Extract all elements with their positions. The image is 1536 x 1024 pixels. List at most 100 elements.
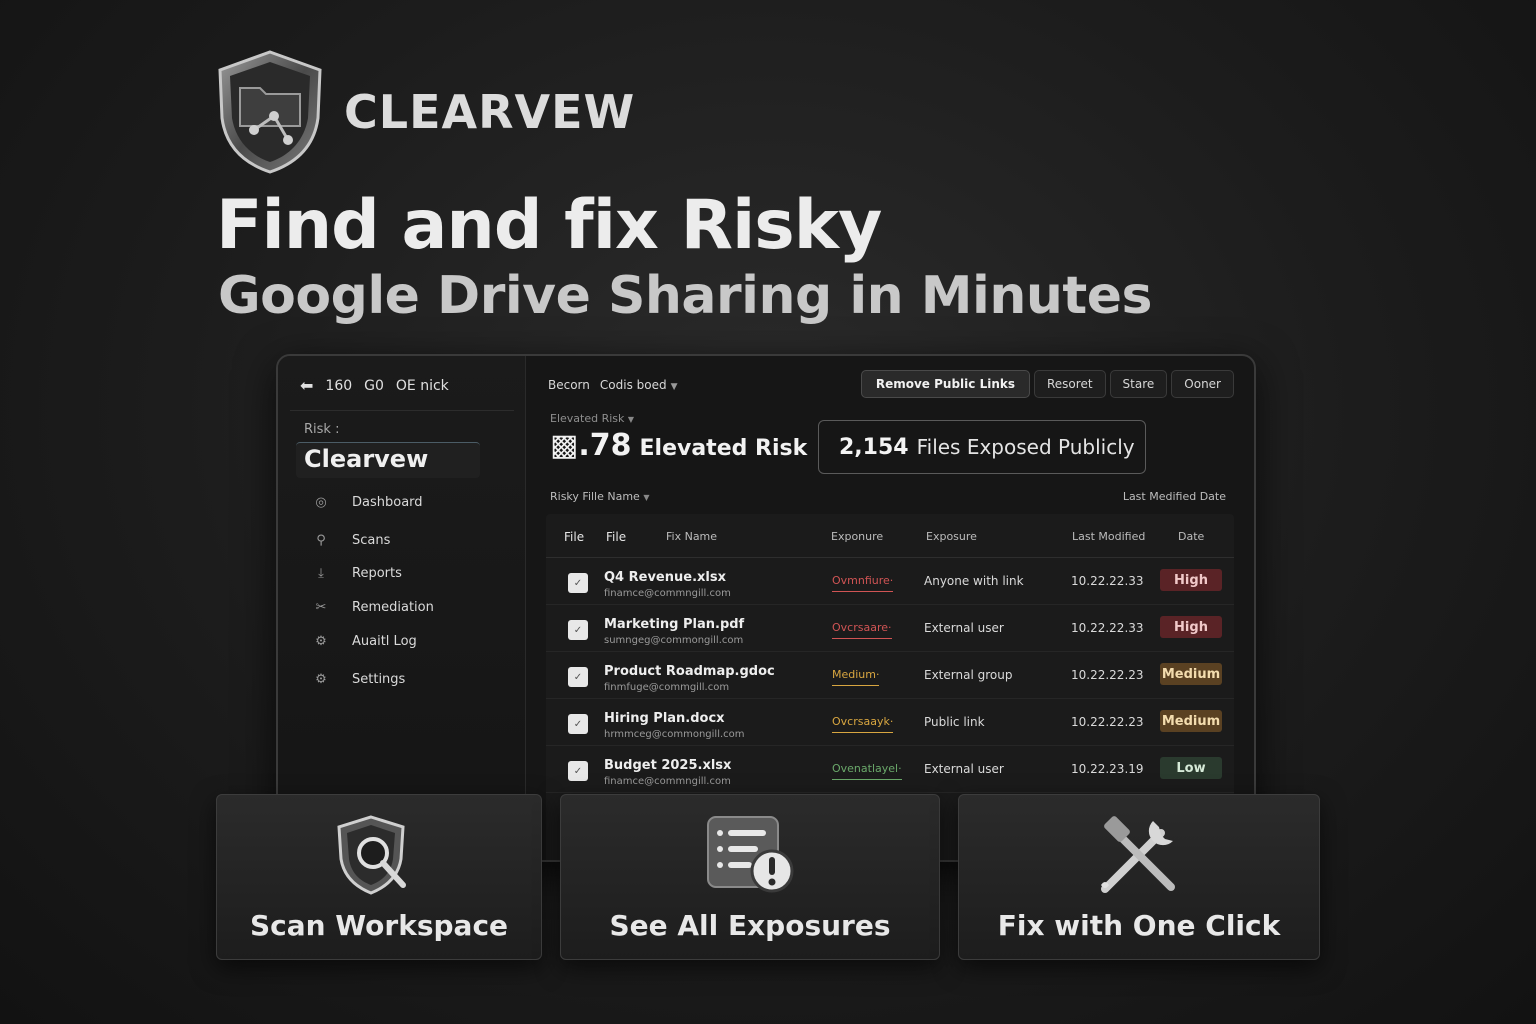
file-owner: hrmmceg@commongill.com [604,729,745,740]
files-exposed-text: Files Exposed Publicly [916,435,1135,459]
table-row[interactable]: ✓ Budget 2025.xlsx finamce@commngill.com… [546,746,1234,793]
brand-name: CLEARVEW [344,85,636,139]
feature-card-fix[interactable]: Fix with One Click [958,794,1320,960]
app-window: ⬅ 160 G0 OE nick Risk : Clearvew ◎ Dashb… [276,354,1256,862]
elevated-risk-dropdown[interactable]: Elevated Risk ▼ [550,412,634,425]
sidebar-item-dashboard[interactable]: ◎ Dashboard [302,486,434,518]
sidebar: ⬅ 160 G0 OE nick Risk : Clearvew ◎ Dashb… [278,356,526,860]
main-panel: Becorn Codis boed ▼ Remove Public Links R… [526,356,1254,860]
column-header[interactable]: File [606,530,626,544]
risk-badge: Medium [1160,710,1222,732]
sidebar-item-label: Dashboard [352,494,423,510]
toolbar: Remove Public Links Resoret Stare Ooner [860,370,1234,398]
elevated-risk-text: Elevated Risk [639,436,808,461]
file-owner: finamce@commngill.com [604,588,731,599]
file-checkbox[interactable]: ✓ [568,620,588,640]
sidebar-top-item[interactable]: G0 [364,378,384,394]
file-owner: finmfuge@commgill.com [604,682,730,693]
tools-icon [1101,816,1175,893]
table-row[interactable]: ✓ Marketing Plan.pdf sumngeg@commongill.… [546,605,1234,652]
sidebar-item-audit-log[interactable]: ⚙ Auaitl Log [302,624,434,658]
table-row[interactable]: ✓ Q4 Revenue.xlsx finamce@commngill.com … [546,558,1234,605]
elevated-risk-label: Elevated Risk [550,412,625,425]
exposure-type: External user [924,762,1004,776]
last-modified-filter[interactable]: Last Medified Date [1123,490,1226,503]
tools-icon: ✂ [315,599,327,615]
sidebar-item-label: Scans [352,532,391,548]
sidebar-item-settings[interactable]: ⚙ Settings [302,658,434,696]
sidebar-item-label: Remediation [352,599,434,615]
brand-header: CLEARVEW [214,48,635,176]
column-header[interactable]: Fix Name [666,530,717,543]
file-name[interactable]: Q4 Revenue.xlsx [604,570,726,585]
restore-button[interactable]: Resoret [1034,370,1106,398]
last-modified: 10.22.23.19 [1071,762,1144,776]
file-name[interactable]: Hiring Plan.docx [604,711,725,726]
exposure-type: Public link [924,715,985,729]
sidebar-item-remediation[interactable]: ✂ Remediation [302,590,434,624]
files-exposed-stat: 2,154 Files Exposed Publicly [818,420,1146,474]
file-name[interactable]: Budget 2025.xlsx [604,758,731,773]
owner-button[interactable]: Ooner [1171,370,1234,398]
feature-card-exposures[interactable]: See All Exposures [560,794,940,960]
shield-search-icon [337,815,406,895]
column-header[interactable]: Exposure [926,530,977,543]
dashboard-icon: ◎ [315,494,327,510]
reports-icon: ⤓ [318,565,324,581]
last-modified: 10.22.22.23 [1071,715,1144,729]
search-icon: ⚲ [316,532,326,548]
file-checkbox[interactable]: ✓ [568,667,588,687]
risk-badge: High [1160,616,1222,638]
exposure-type: External user [924,621,1004,635]
feature-label: Scan Workspace [249,909,509,942]
feature-card-scan[interactable]: Scan Workspace [216,794,542,960]
file-checkbox[interactable]: ✓ [568,573,588,593]
hero-subheadline: Google Drive Sharing in Minutes [218,266,1152,326]
risky-file-name-filter[interactable]: Risky Fille Name ▼ [550,490,649,503]
last-modified: 10.22.22.23 [1071,668,1144,682]
sidebar-item-scans[interactable]: ⚲ Scans [302,518,434,556]
sidebar-top-item[interactable]: OE nick [396,378,449,394]
chevron-down-icon: ▼ [643,493,650,502]
elevated-risk-count: ▩.78 [550,428,632,463]
exposure-type: External group [924,668,1013,682]
sidebar-item-reports[interactable]: ⤓ Reports [302,556,434,590]
feature-label: Fix with One Click [997,909,1281,942]
share-button[interactable]: Stare [1109,370,1168,398]
column-header[interactable]: File [564,530,584,544]
file-name[interactable]: Marketing Plan.pdf [604,617,744,632]
file-owner: sumngeg@commongill.com [604,635,744,646]
risk-badge: Medium [1160,663,1222,685]
column-header[interactable]: Last Modified [1072,530,1145,543]
sidebar-top-item[interactable]: 160 [325,378,352,394]
files-exposed-count: 2,154 [839,434,909,460]
severity-label: Ovcrsaare· [832,621,892,639]
severity-label: Ovcrsaayk· [832,715,894,733]
breadcrumb-item[interactable]: Becorn [548,378,590,392]
severity-label: Ovmnfiure· [832,574,894,592]
severity-label: Ovenatlayel· [832,762,902,780]
table-row[interactable]: ✓ Product Roadmap.gdoc finmfuge@commgill… [546,652,1234,699]
file-owner: finamce@commngill.com [604,776,731,787]
breadcrumb-dropdown[interactable]: Codis boed ▼ [600,378,678,392]
chevron-down-icon: ▼ [670,382,678,392]
sidebar-brand[interactable]: Clearvew [296,442,480,478]
breadcrumb: Becorn Codis boed ▼ [548,378,678,392]
risk-badge: High [1160,569,1222,591]
last-modified: 10.22.22.33 [1071,574,1144,588]
column-header[interactable]: Exponure [831,530,883,543]
sidebar-risk-label: Risk : [304,422,340,437]
shield-folder-logo-icon [218,50,322,174]
remove-public-links-button[interactable]: Remove Public Links [860,370,1030,398]
table-row[interactable]: ✓ Hiring Plan.docx hrmmceg@commongill.co… [546,699,1234,746]
file-checkbox[interactable]: ✓ [568,761,588,781]
file-checkbox[interactable]: ✓ [568,714,588,734]
column-header[interactable]: Date [1178,530,1204,543]
settings-icon: ⚙ [315,671,327,687]
sidebar-item-label: Reports [352,565,402,581]
filter-label: Risky Fille Name [550,490,640,503]
last-modified: 10.22.22.33 [1071,621,1144,635]
sidebar-item-label: Auaitl Log [352,633,417,649]
file-name[interactable]: Product Roadmap.gdoc [604,664,775,679]
back-arrow-icon[interactable]: ⬅ [300,376,313,395]
